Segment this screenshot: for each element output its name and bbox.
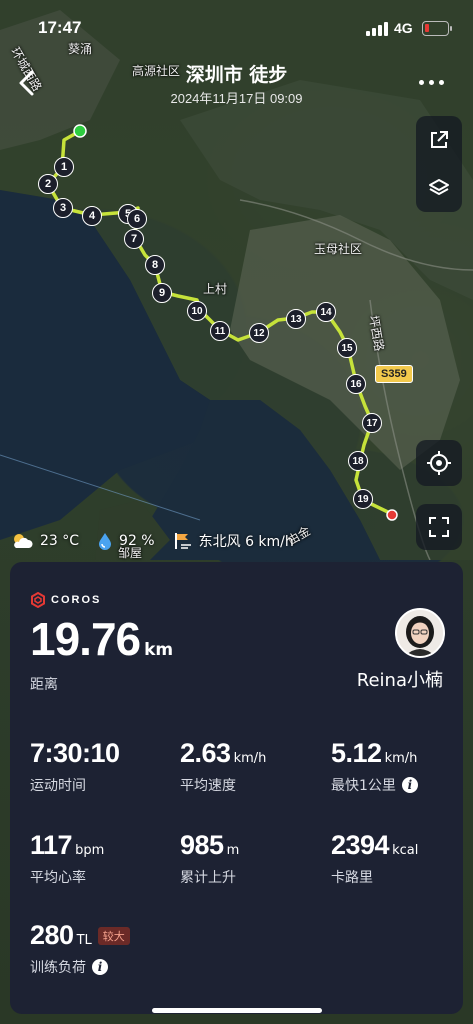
km-marker: 8 (145, 255, 165, 275)
stat-label: 平均心率 (30, 870, 86, 886)
km-marker: 7 (124, 229, 144, 249)
brand-logo: COROS (30, 592, 101, 608)
brand-name: COROS (51, 594, 102, 606)
battery-icon (422, 21, 452, 36)
stat-unit: bpm (75, 843, 105, 858)
temperature-value: 23 °C (40, 533, 80, 549)
km-marker: 12 (249, 323, 269, 343)
stat-duration: 7:30:10 运动时间 (30, 738, 120, 795)
stat-label: 累计上升 (180, 870, 236, 886)
humidity-icon (99, 533, 112, 550)
stat-training-load: 280 TL 较大 训练负荷 i (30, 920, 130, 977)
activity-datetime: 2024年11月17日 09:09 (170, 91, 303, 106)
info-icon[interactable]: i (92, 959, 108, 975)
map-label: 上村 (203, 282, 228, 296)
stat-value: 5.12 (331, 738, 382, 768)
humidity-value: 92 % (119, 533, 155, 549)
km-marker: 3 (53, 198, 73, 218)
stat-label: 卡路里 (331, 870, 373, 886)
km-marker: 16 (346, 374, 366, 394)
map-label: 玉母社区 (314, 242, 363, 256)
km-marker: 10 (187, 301, 207, 321)
stat-unit: km/h (233, 751, 267, 766)
locate-icon[interactable] (416, 440, 462, 486)
stat-label: 训练负荷 (30, 960, 86, 976)
km-marker: 17 (362, 413, 382, 433)
wind-value: 东北风 6 km/h (198, 534, 294, 550)
km-marker: 11 (210, 321, 230, 341)
fullscreen-icon[interactable] (416, 504, 462, 550)
stat-value: 2394 (331, 830, 390, 860)
km-marker: 4 (82, 206, 102, 226)
km-marker: 9 (152, 283, 172, 303)
stat-value: 985 (180, 830, 224, 860)
info-icon[interactable]: i (401, 777, 418, 793)
km-marker: 1 (54, 157, 74, 177)
km-marker: 15 (337, 338, 357, 358)
stat-label: 平均速度 (180, 778, 236, 794)
wind-icon (174, 533, 191, 549)
stat-unit: m (226, 843, 240, 858)
share-icon[interactable] (416, 116, 462, 164)
stat-avg-speed: 2.63 km/h 平均速度 (180, 738, 266, 795)
layers-icon[interactable] (416, 164, 462, 212)
stat-value: 117 (30, 830, 73, 860)
stat-unit: TL (76, 933, 92, 948)
stat-avg-hr: 117 bpm 平均心率 (30, 830, 104, 887)
stat-unit: kcal (392, 843, 419, 858)
distance-label: 距离 (30, 677, 58, 693)
signal-icon (366, 22, 388, 36)
status-time: 17:47 (38, 18, 82, 37)
network-type: 4G (394, 20, 413, 36)
username[interactable]: Reina小楠 (357, 666, 443, 692)
distance-unit: km (144, 640, 174, 660)
km-marker: 18 (348, 451, 368, 471)
map-tools (416, 116, 462, 212)
km-marker: 19 (353, 489, 373, 509)
stat-value: 2.63 (180, 738, 231, 768)
km-marker: 13 (286, 309, 306, 329)
stat-fastest-km: 5.12 km/h 最快1公里 i (331, 738, 418, 795)
stat-value: 7:30:10 (30, 738, 120, 768)
home-indicator (152, 1008, 322, 1013)
avatar[interactable] (395, 608, 445, 658)
distance-value: 19.76 (30, 613, 141, 665)
distance-display: 19.76 km (30, 612, 173, 666)
more-icon[interactable] (419, 80, 445, 88)
stat-unit: km/h (384, 751, 418, 766)
stat-ascent: 985 m 累计上升 (180, 830, 239, 887)
activity-summary-card: COROS 19.76 km 距离 Reina小楠 7:30:10 运动时间 2… (10, 562, 463, 1014)
stat-label: 最快1公里 (331, 778, 396, 794)
coros-logo-icon (31, 592, 45, 608)
route-end-marker (386, 509, 398, 521)
route-start-marker (73, 124, 87, 138)
km-marker: 14 (316, 302, 336, 322)
page-title: 深圳市 徒步 (185, 64, 288, 86)
stat-calories: 2394 kcal 卡路里 (331, 830, 418, 887)
km-marker: 6 (127, 209, 147, 229)
load-level-badge: 较大 (97, 926, 130, 945)
weather-row: 23 °C 92 % 东北风 6 km/h (10, 530, 312, 552)
weather-icon (14, 534, 33, 548)
road-badge: S359 (375, 365, 413, 383)
stat-value: 280 (30, 920, 74, 950)
km-marker: 2 (38, 174, 58, 194)
stat-label: 运动时间 (30, 778, 86, 794)
status-bar: 17:47 4G (0, 0, 473, 50)
